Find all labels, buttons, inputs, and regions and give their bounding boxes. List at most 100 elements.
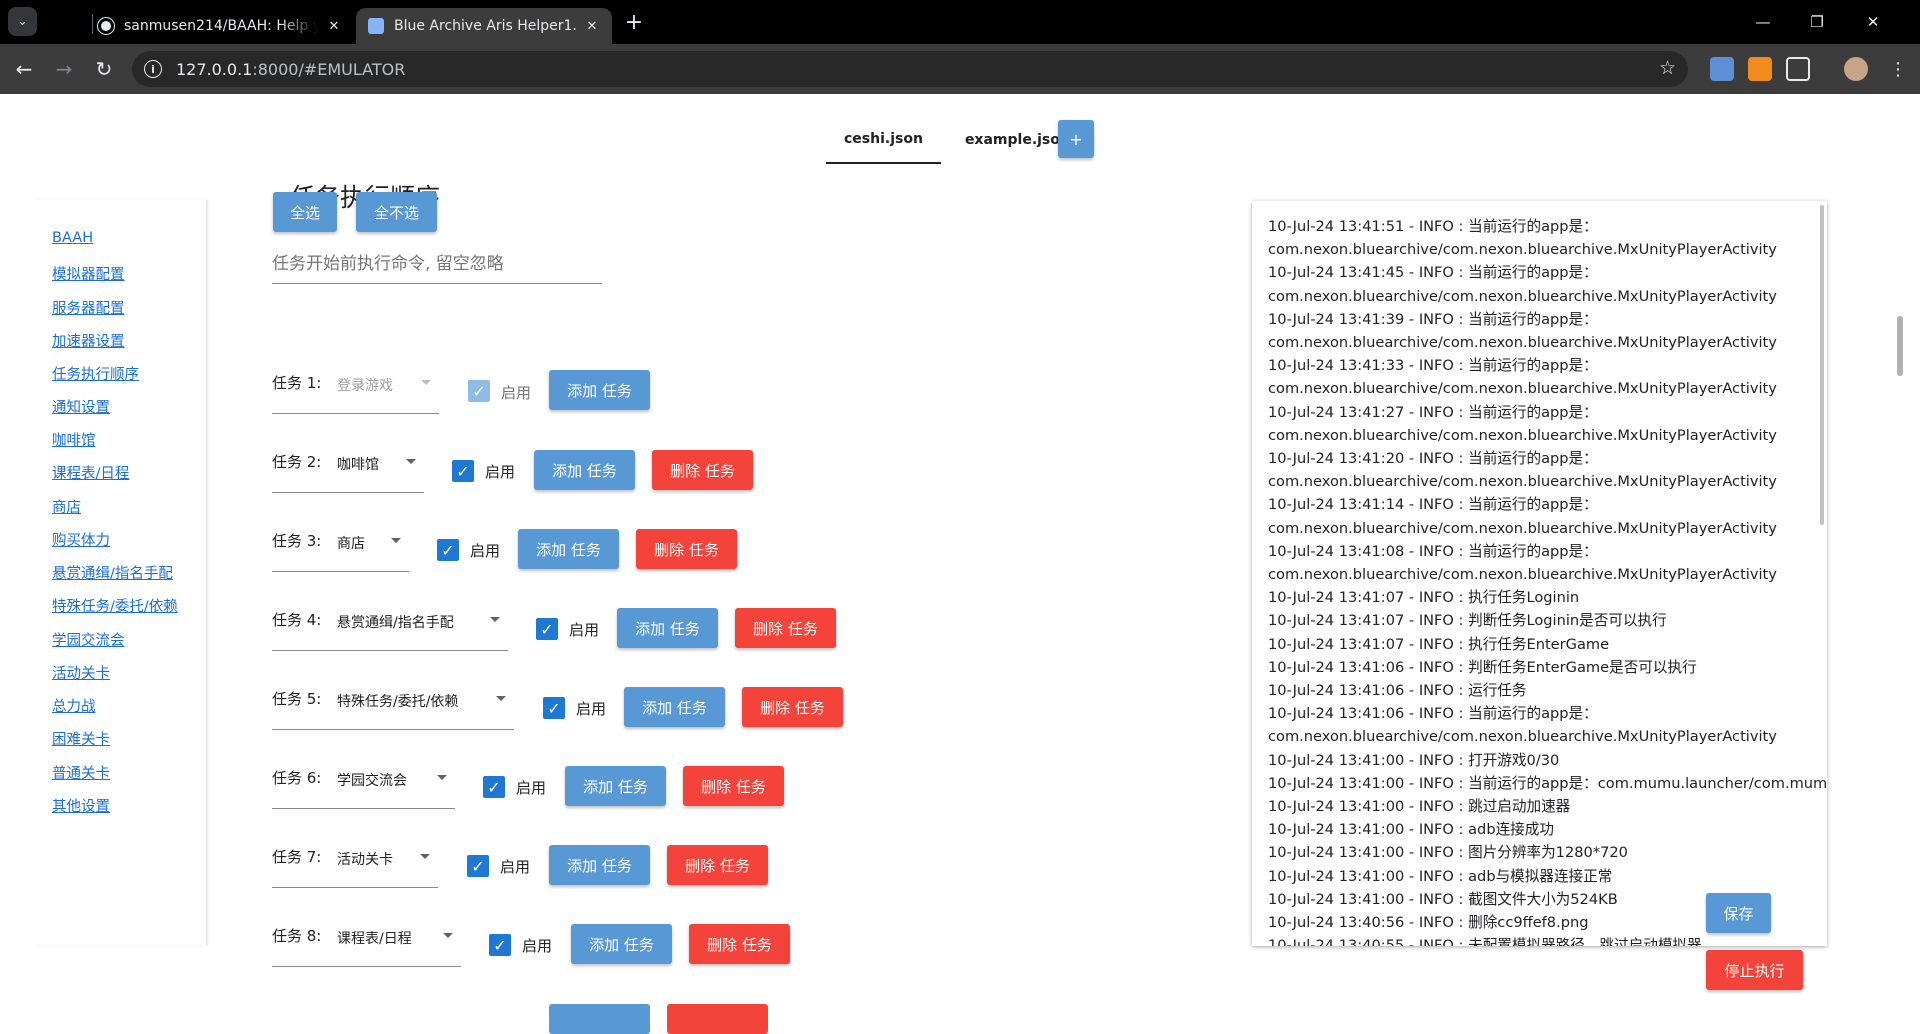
reload-icon[interactable]: ↻ <box>88 53 120 85</box>
select-none-button[interactable]: 全不选 <box>356 192 437 232</box>
delete-task-button-partial[interactable] <box>667 1004 768 1034</box>
sidebar-item-notification[interactable]: 通知设置 <box>52 396 110 417</box>
stop-execution-button[interactable]: 停止执行 <box>1706 950 1803 990</box>
enable-checkbox[interactable]: ✓ <box>536 618 558 640</box>
pre-command-field[interactable] <box>272 244 602 284</box>
sidebar-item-baah[interactable]: BAAH <box>52 230 93 246</box>
sidebar-item-normal[interactable]: 普通关卡 <box>52 762 110 783</box>
close-icon[interactable]: ✕ <box>326 19 342 34</box>
task-select-value: 登录游戏 <box>337 378 393 394</box>
profile-avatar-icon[interactable] <box>1844 57 1868 81</box>
dropdown-caret-icon <box>490 617 500 622</box>
task-select[interactable]: 特殊任务/委托/依赖 <box>272 667 514 730</box>
task-select[interactable]: 课程表/日程 <box>272 904 461 967</box>
add-task-button[interactable]: 添加 任务 <box>565 766 666 806</box>
log-panel[interactable]: 10-Jul-24 13:41:51 - INFO : 当前运行的app是： co… <box>1252 201 1827 946</box>
task-select[interactable]: 商店 <box>272 509 409 572</box>
add-task-button[interactable]: 添加 任务 <box>518 529 619 569</box>
browser-toolbar: ← → ↻ i 127.0.0.1:8000/#EMULATOR ☆ ⋮ <box>0 44 1920 94</box>
delete-task-button[interactable]: 删除 任务 <box>652 450 753 490</box>
log-line: 10-Jul-24 13:41:06 - INFO : 当前运行的app是： <box>1268 705 1598 723</box>
task-select[interactable]: 活动关卡 <box>272 825 438 888</box>
new-tab-plus-icon[interactable]: + <box>620 8 648 36</box>
log-line: 10-Jul-24 13:41:07 - INFO : 执行任务EnterGam… <box>1268 635 1610 653</box>
forward-arrow-icon[interactable]: → <box>48 53 80 85</box>
sidebar-item-accelerator[interactable]: 加速器设置 <box>52 330 125 351</box>
sidebar-item-server[interactable]: 服务器配置 <box>52 297 125 318</box>
minimize-icon[interactable]: — <box>1740 4 1786 40</box>
delete-task-button[interactable]: 删除 任务 <box>667 845 768 885</box>
task-select: 登录游戏 <box>272 351 439 414</box>
add-task-button[interactable]: 添加 任务 <box>534 450 635 490</box>
log-line: 10-Jul-24 13:41:45 - INFO : 当前运行的app是： <box>1268 264 1598 282</box>
enable-checkbox[interactable]: ✓ <box>489 934 511 956</box>
enable-checkbox[interactable]: ✓ <box>467 855 489 877</box>
task-select[interactable]: 学园交流会 <box>272 746 455 809</box>
extensions-puzzle-icon[interactable] <box>1786 57 1810 81</box>
sidebar-item-event[interactable]: 活动关卡 <box>52 662 110 683</box>
delete-task-button[interactable]: 删除 任务 <box>735 608 836 648</box>
browser-tab-baah[interactable]: Blue Archive Aris Helper1.5.1 ✕ <box>356 8 612 44</box>
log-line: 10-Jul-24 13:41:00 - INFO : 图片分辨率为1280*7… <box>1268 844 1628 862</box>
log-line: 10-Jul-24 13:41:51 - INFO : 当前运行的app是： <box>1268 218 1598 235</box>
task-select-value: 活动关卡 <box>337 852 393 868</box>
log-line: com.nexon.bluearchive/com.nexon.bluearch… <box>1268 426 1777 444</box>
delete-task-button[interactable]: 删除 任务 <box>742 687 843 727</box>
site-info-icon[interactable]: i <box>144 60 162 78</box>
config-tab-ceshi[interactable]: ceshi.json <box>826 116 941 164</box>
task-select[interactable]: 咖啡馆 <box>272 430 424 493</box>
browser-tab-github[interactable]: sanmusen214/BAAH: Help yo ✕ <box>86 8 354 44</box>
select-all-button[interactable]: 全选 <box>273 192 337 232</box>
sidebar-item-buy-ap[interactable]: 购买体力 <box>52 529 110 550</box>
sidebar-item-cafe[interactable]: 咖啡馆 <box>52 429 96 450</box>
enable-checkbox[interactable]: ✓ <box>452 460 474 482</box>
restore-icon[interactable]: ❐ <box>1794 4 1840 40</box>
add-task-button[interactable]: 添加 任务 <box>624 687 725 727</box>
tab-search-icon[interactable]: ⌄ <box>8 7 37 36</box>
sidebar-item-shop[interactable]: 商店 <box>52 496 81 517</box>
url-text: 127.0.0.1:8000/#EMULATOR <box>176 60 405 79</box>
menu-kebab-icon[interactable]: ⋮ <box>1886 57 1910 81</box>
task-select-value: 学园交流会 <box>337 773 407 789</box>
enable-label: 启用 <box>569 621 600 639</box>
log-line: com.nexon.bluearchive/com.nexon.bluearch… <box>1268 334 1777 352</box>
delete-task-button[interactable]: 删除 任务 <box>636 529 737 569</box>
address-bar[interactable]: i 127.0.0.1:8000/#EMULATOR ☆ <box>132 51 1688 87</box>
window-close-icon[interactable]: ✕ <box>1850 4 1896 40</box>
add-task-button[interactable]: 添加 任务 <box>617 608 718 648</box>
add-task-button[interactable]: 添加 任务 <box>549 370 650 410</box>
log-line: com.nexon.bluearchive/com.nexon.bluearch… <box>1268 473 1777 491</box>
add-task-button-partial[interactable] <box>549 1004 650 1034</box>
enable-checkbox[interactable]: ✓ <box>543 697 565 719</box>
extension-notes-icon[interactable] <box>1710 57 1734 81</box>
add-task-button[interactable]: 添加 任务 <box>571 924 672 964</box>
log-scrollbar[interactable] <box>1820 205 1824 525</box>
log-line: 10-Jul-24 13:41:00 - INFO : 打开游戏0/30 <box>1268 751 1560 769</box>
save-button[interactable]: 保存 <box>1706 893 1771 933</box>
log-line: com.nexon.bluearchive/com.nexon.bluearch… <box>1268 728 1777 746</box>
enable-checkbox[interactable]: ✓ <box>483 776 505 798</box>
delete-task-button[interactable]: 删除 任务 <box>683 766 784 806</box>
pre-command-input[interactable] <box>272 244 602 283</box>
close-icon[interactable]: ✕ <box>584 19 600 34</box>
add-config-button[interactable]: + <box>1058 120 1094 158</box>
extension-rss-icon[interactable] <box>1748 57 1772 81</box>
task-select[interactable]: 悬赏通缉/指名手配 <box>272 588 508 651</box>
log-line: 10-Jul-24 13:41:00 - INFO : 当前运行的app是：co… <box>1268 774 1827 792</box>
sidebar-item-emulator[interactable]: 模拟器配置 <box>52 263 125 284</box>
enable-label: 启用 <box>470 542 501 560</box>
bookmark-star-icon[interactable]: ☆ <box>1659 57 1676 79</box>
enable-checkbox[interactable]: ✓ <box>437 539 459 561</box>
add-task-button[interactable]: 添加 任务 <box>549 845 650 885</box>
sidebar-item-exchange[interactable]: 学园交流会 <box>52 629 125 650</box>
sidebar-item-task-order[interactable]: 任务执行顺序 <box>52 363 139 384</box>
sidebar-item-hard[interactable]: 困难关卡 <box>52 728 110 749</box>
sidebar-item-schedule[interactable]: 课程表/日程 <box>52 462 129 483</box>
sidebar-item-raid[interactable]: 总力战 <box>52 695 96 716</box>
sidebar-item-other[interactable]: 其他设置 <box>52 795 110 816</box>
delete-task-button[interactable]: 删除 任务 <box>689 924 790 964</box>
back-arrow-icon[interactable]: ← <box>8 53 40 85</box>
sidebar-item-special[interactable]: 特殊任务/委托/依赖 <box>52 595 178 616</box>
page-scrollbar[interactable] <box>1897 316 1903 376</box>
sidebar-item-bounty[interactable]: 悬赏通缉/指名手配 <box>52 562 173 583</box>
